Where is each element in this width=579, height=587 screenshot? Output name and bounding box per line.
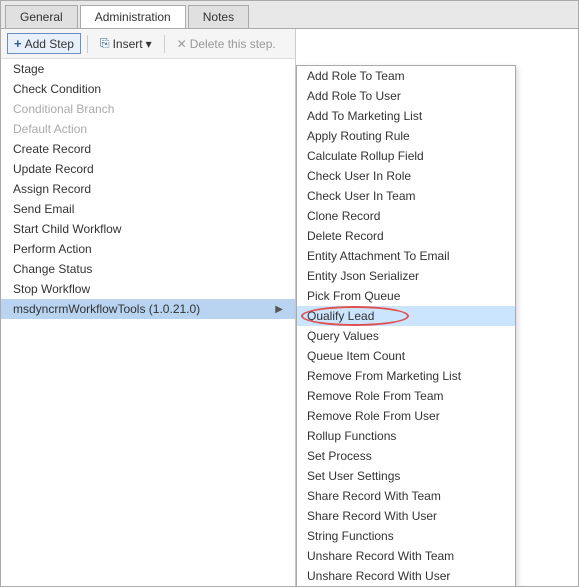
add-icon: + [14, 36, 22, 51]
menu-item: Conditional Branch [1, 99, 295, 119]
delete-label: Delete this step. [190, 37, 276, 51]
menu-item: Default Action [1, 119, 295, 139]
dropdown-item[interactable]: Calculate Rollup Field [297, 146, 515, 166]
dropdown-item[interactable]: Entity Json Serializer [297, 266, 515, 286]
dropdown-item[interactable]: String Functions [297, 526, 515, 546]
content-area: + Add Step ⎘ Insert ▾ ✕ Delete this step… [1, 29, 578, 586]
menu-item[interactable]: Stop Workflow [1, 279, 295, 299]
menu-item[interactable]: Update Record [1, 159, 295, 179]
dropdown-item[interactable]: Unshare Record With User [297, 566, 515, 586]
main-window: General Administration Notes + Add Step … [0, 0, 579, 587]
delete-step-button[interactable]: ✕ Delete this step. [171, 35, 282, 53]
left-panel: + Add Step ⎘ Insert ▾ ✕ Delete this step… [1, 29, 296, 586]
separator-1 [87, 35, 88, 53]
dropdown-item[interactable]: Query Values [297, 326, 515, 346]
dropdown-item[interactable]: Remove Role From Team [297, 386, 515, 406]
menu-item[interactable]: Send Email [1, 199, 295, 219]
menu-item[interactable]: Start Child Workflow [1, 219, 295, 239]
menu-item[interactable]: Assign Record [1, 179, 295, 199]
add-step-label: Add Step [25, 37, 74, 51]
delete-icon: ✕ [177, 37, 187, 51]
qualify-lead-wrapper: Qualify Lead [297, 306, 515, 326]
dropdown-item[interactable]: Apply Routing Rule [297, 126, 515, 146]
dropdown-item[interactable]: Remove From Marketing List [297, 366, 515, 386]
insert-dropdown-arrow: ▾ [146, 37, 152, 51]
dropdown-item[interactable]: Share Record With Team [297, 486, 515, 506]
dropdown-item[interactable]: Pick From Queue [297, 286, 515, 306]
dropdown-item[interactable]: Qualify Lead [297, 306, 515, 326]
separator-2 [164, 35, 165, 53]
menu-item[interactable]: Perform Action [1, 239, 295, 259]
dropdown-panel: Add Role To TeamAdd Role To UserAdd To M… [296, 65, 516, 586]
insert-button[interactable]: ⎘ Insert ▾ [94, 34, 158, 53]
dropdown-item[interactable]: Remove Role From User [297, 406, 515, 426]
dropdown-item[interactable]: Set User Settings [297, 466, 515, 486]
dropdown-item[interactable]: Delete Record [297, 226, 515, 246]
dropdown-item[interactable]: Add To Marketing List [297, 106, 515, 126]
dropdown-item[interactable]: Unshare Record With Team [297, 546, 515, 566]
dropdown-item[interactable]: Check User In Team [297, 186, 515, 206]
dropdown-item[interactable]: Set Process [297, 446, 515, 466]
tab-administration[interactable]: Administration [80, 5, 186, 28]
menu-item[interactable]: msdyncrmWorkflowTools (1.0.21.0)▶ [1, 299, 295, 319]
menu-item[interactable]: Check Condition [1, 79, 295, 99]
tab-notes[interactable]: Notes [188, 5, 249, 28]
insert-icon: ⎘ [100, 36, 110, 51]
menu-item[interactable]: Create Record [1, 139, 295, 159]
dropdown-item[interactable]: Queue Item Count [297, 346, 515, 366]
dropdown-item[interactable]: Clone Record [297, 206, 515, 226]
dropdown-item[interactable]: Add Role To Team [297, 66, 515, 86]
submenu-arrow-icon: ▶ [275, 304, 283, 315]
insert-label: Insert [113, 37, 143, 51]
add-step-button[interactable]: + Add Step [7, 33, 81, 54]
dropdown-item[interactable]: Entity Attachment To Email [297, 246, 515, 266]
menu-item[interactable]: Stage [1, 59, 295, 79]
dropdown-item[interactable]: Rollup Functions [297, 426, 515, 446]
tab-general[interactable]: General [5, 5, 78, 28]
toolbar: + Add Step ⎘ Insert ▾ ✕ Delete this step… [1, 29, 295, 59]
tab-bar: General Administration Notes [1, 1, 578, 29]
dropdown-item[interactable]: Add Role To User [297, 86, 515, 106]
dropdown-item[interactable]: Check User In Role [297, 166, 515, 186]
dropdown-item[interactable]: Share Record With User [297, 506, 515, 526]
menu-item[interactable]: Change Status [1, 259, 295, 279]
step-menu-list: StageCheck ConditionConditional BranchDe… [1, 59, 295, 586]
